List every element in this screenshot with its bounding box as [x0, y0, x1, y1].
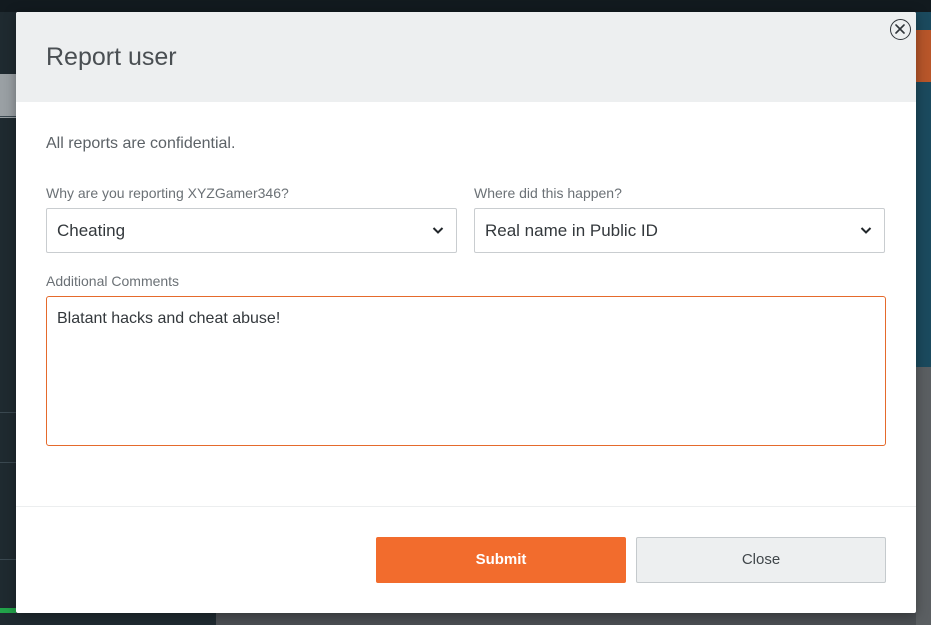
location-select[interactable]: Real name in Public ID [474, 208, 885, 253]
confidential-note: All reports are confidential. [46, 135, 236, 152]
comments-label: Additional Comments [46, 273, 180, 289]
modal-header: Report user [16, 12, 916, 102]
close-icon[interactable] [890, 19, 911, 40]
modal-title: Report user [46, 43, 177, 71]
submit-button[interactable]: Submit [376, 537, 626, 583]
location-label: Where did this happen? [474, 185, 622, 201]
background-progress [0, 608, 16, 613]
comments-textarea[interactable]: Blatant hacks and cheat abuse! [46, 296, 886, 446]
background-panel [916, 367, 931, 625]
close-button[interactable]: Close [636, 537, 886, 583]
footer-divider [16, 506, 916, 507]
chevron-down-icon [432, 227, 444, 234]
reason-selected-value: Cheating [57, 221, 126, 240]
location-selected-value: Real name in Public ID [485, 221, 658, 240]
reason-label: Why are you reporting XYZGamer346? [46, 185, 289, 201]
report-user-modal: Report user All reports are confidential… [16, 12, 916, 613]
background-topbar [0, 0, 931, 12]
comments-text: Blatant hacks and cheat abuse! [57, 310, 281, 327]
reason-select[interactable]: Cheating [46, 208, 457, 253]
background-orange-button [916, 30, 931, 82]
chevron-down-icon [860, 227, 872, 234]
